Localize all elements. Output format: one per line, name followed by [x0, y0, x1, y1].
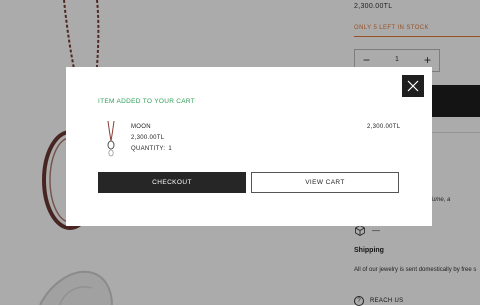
cart-item-total: 2,300.00TL — [367, 124, 401, 130]
quantity-value: 1 — [168, 146, 173, 152]
view-cart-button[interactable]: VIEW CART — [251, 172, 399, 193]
cart-item-price: 2,300.00TL — [131, 135, 165, 141]
cart-item-name: MOON — [131, 124, 151, 130]
close-icon — [407, 80, 419, 92]
cart-confirmation-modal: ITEM ADDED TO YOUR CART MOON 2,300.00TL … — [66, 67, 432, 226]
close-button[interactable] — [402, 75, 424, 97]
checkout-button[interactable]: CHECKOUT — [98, 172, 246, 193]
modal-title: ITEM ADDED TO YOUR CART — [98, 98, 196, 105]
cart-item-thumbnail — [107, 121, 115, 157]
quantity-label: QUANTITY: — [131, 146, 166, 152]
cart-item-quantity: QUANTITY: 1 — [131, 146, 172, 152]
